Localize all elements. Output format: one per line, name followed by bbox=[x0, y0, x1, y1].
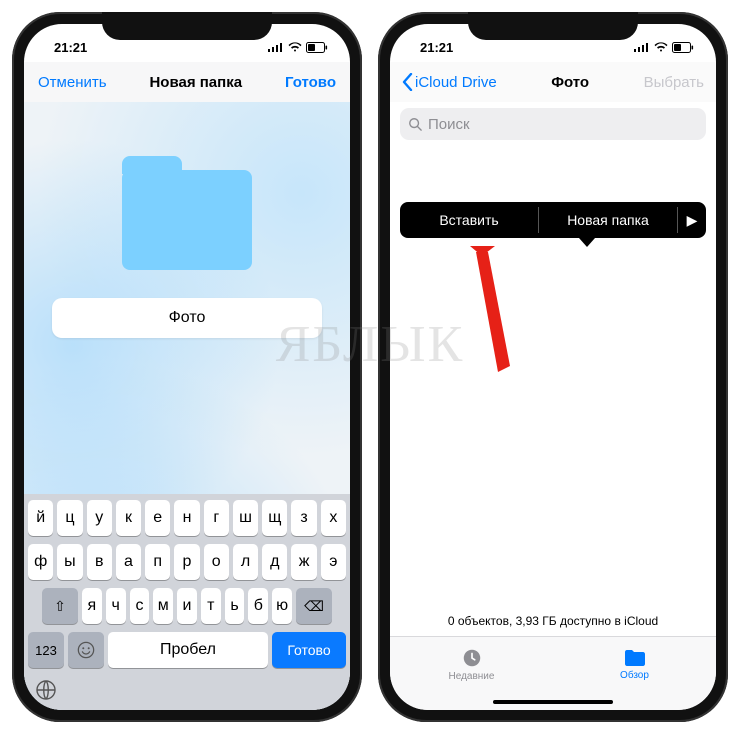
chevron-left-icon bbox=[402, 73, 413, 91]
backspace-key[interactable]: ⌫ bbox=[296, 588, 332, 624]
back-button[interactable]: iCloud Drive bbox=[402, 73, 497, 91]
key[interactable]: л bbox=[233, 544, 258, 580]
context-menu-tail bbox=[579, 238, 595, 247]
notch bbox=[468, 12, 638, 40]
shift-key[interactable]: ⇧ bbox=[42, 588, 78, 624]
signal-icon bbox=[634, 42, 650, 52]
folder-name-value: Фото bbox=[169, 309, 206, 327]
key[interactable]: х bbox=[321, 500, 346, 536]
notch bbox=[102, 12, 272, 40]
emoji-icon bbox=[77, 641, 95, 659]
status-time: 21:21 bbox=[54, 40, 87, 55]
key[interactable]: у bbox=[87, 500, 112, 536]
nav-title: Фото bbox=[551, 74, 589, 91]
home-indicator[interactable] bbox=[493, 700, 613, 704]
context-paste[interactable]: Вставить bbox=[400, 212, 538, 228]
key[interactable]: а bbox=[116, 544, 141, 580]
emoji-key[interactable] bbox=[68, 632, 104, 668]
numbers-key[interactable]: 123 bbox=[28, 632, 64, 668]
keyboard-row-3: ⇧ я ч с м и т ь б ю ⌫ bbox=[28, 588, 346, 624]
key[interactable]: ш bbox=[233, 500, 258, 536]
screen-right: 21:21 iCloud Drive Фото Выбрать Поиск Вс… bbox=[390, 24, 716, 710]
space-key[interactable]: Пробел bbox=[108, 632, 268, 668]
key[interactable]: ж bbox=[291, 544, 316, 580]
key[interactable]: ю bbox=[272, 588, 292, 624]
folder-icon bbox=[122, 170, 252, 270]
key[interactable]: ь bbox=[225, 588, 245, 624]
key[interactable]: б bbox=[248, 588, 268, 624]
status-icons bbox=[634, 42, 694, 53]
folder-icon bbox=[623, 648, 647, 668]
phone-left: 21:21 Отменить Новая папка Готово Фото й… bbox=[12, 12, 362, 722]
content-area[interactable]: Вставить Новая папка ▶ bbox=[390, 146, 716, 630]
key[interactable]: з bbox=[291, 500, 316, 536]
storage-footer: 0 объектов, 3,93 ГБ доступно в iCloud bbox=[390, 614, 716, 628]
key[interactable]: п bbox=[145, 544, 170, 580]
search-placeholder: Поиск bbox=[428, 116, 470, 133]
nav-bar: iCloud Drive Фото Выбрать bbox=[390, 62, 716, 102]
key[interactable]: ф bbox=[28, 544, 53, 580]
phone-right: 21:21 iCloud Drive Фото Выбрать Поиск Вс… bbox=[378, 12, 728, 722]
status-time: 21:21 bbox=[420, 40, 453, 55]
key[interactable]: э bbox=[321, 544, 346, 580]
signal-icon bbox=[268, 42, 284, 52]
tab-label: Обзор bbox=[620, 670, 649, 681]
keyboard-row-1: й ц у к е н г ш щ з х bbox=[28, 500, 346, 536]
key[interactable]: ч bbox=[106, 588, 126, 624]
wifi-icon bbox=[288, 42, 302, 52]
key[interactable]: ц bbox=[57, 500, 82, 536]
key[interactable]: щ bbox=[262, 500, 287, 536]
status-icons bbox=[268, 42, 328, 53]
key[interactable]: ы bbox=[57, 544, 82, 580]
tab-bar: Недавние Обзор bbox=[390, 636, 716, 710]
folder-name-input[interactable]: Фото bbox=[52, 298, 322, 338]
back-label: iCloud Drive bbox=[415, 74, 497, 91]
key[interactable]: м bbox=[153, 588, 173, 624]
keyboard: й ц у к е н г ш щ з х ф ы в а п р о л bbox=[24, 494, 350, 710]
context-more-arrow[interactable]: ▶ bbox=[678, 212, 706, 229]
key[interactable]: в bbox=[87, 544, 112, 580]
key[interactable]: д bbox=[262, 544, 287, 580]
globe-icon[interactable] bbox=[34, 678, 58, 702]
nav-bar: Отменить Новая папка Готово bbox=[24, 62, 350, 102]
key[interactable]: н bbox=[174, 500, 199, 536]
key[interactable]: с bbox=[130, 588, 150, 624]
key[interactable]: т bbox=[201, 588, 221, 624]
keyboard-bottom bbox=[28, 676, 346, 702]
key[interactable]: о bbox=[204, 544, 229, 580]
search-input[interactable]: Поиск bbox=[400, 108, 706, 140]
context-menu: Вставить Новая папка ▶ bbox=[400, 202, 706, 238]
cancel-button[interactable]: Отменить bbox=[38, 74, 107, 91]
key[interactable]: и bbox=[177, 588, 197, 624]
key[interactable]: й bbox=[28, 500, 53, 536]
tab-label: Недавние bbox=[449, 671, 495, 682]
annotation-arrow-icon bbox=[450, 246, 520, 376]
select-button[interactable]: Выбрать bbox=[644, 74, 704, 91]
context-new-folder[interactable]: Новая папка bbox=[539, 212, 677, 228]
key[interactable]: е bbox=[145, 500, 170, 536]
key[interactable]: к bbox=[116, 500, 141, 536]
search-icon bbox=[408, 117, 422, 131]
screen-left: 21:21 Отменить Новая папка Готово Фото й… bbox=[24, 24, 350, 710]
return-key[interactable]: Готово bbox=[272, 632, 346, 668]
key[interactable]: я bbox=[82, 588, 102, 624]
battery-icon bbox=[672, 42, 694, 53]
keyboard-row-2: ф ы в а п р о л д ж э bbox=[28, 544, 346, 580]
clock-icon bbox=[461, 647, 483, 669]
done-button[interactable]: Готово bbox=[285, 74, 336, 91]
wifi-icon bbox=[654, 42, 668, 52]
key[interactable]: г bbox=[204, 500, 229, 536]
battery-icon bbox=[306, 42, 328, 53]
folder-area: Фото bbox=[24, 102, 350, 338]
keyboard-row-4: 123 Пробел Готово bbox=[28, 632, 346, 668]
key[interactable]: р bbox=[174, 544, 199, 580]
nav-title: Новая папка bbox=[149, 74, 242, 91]
